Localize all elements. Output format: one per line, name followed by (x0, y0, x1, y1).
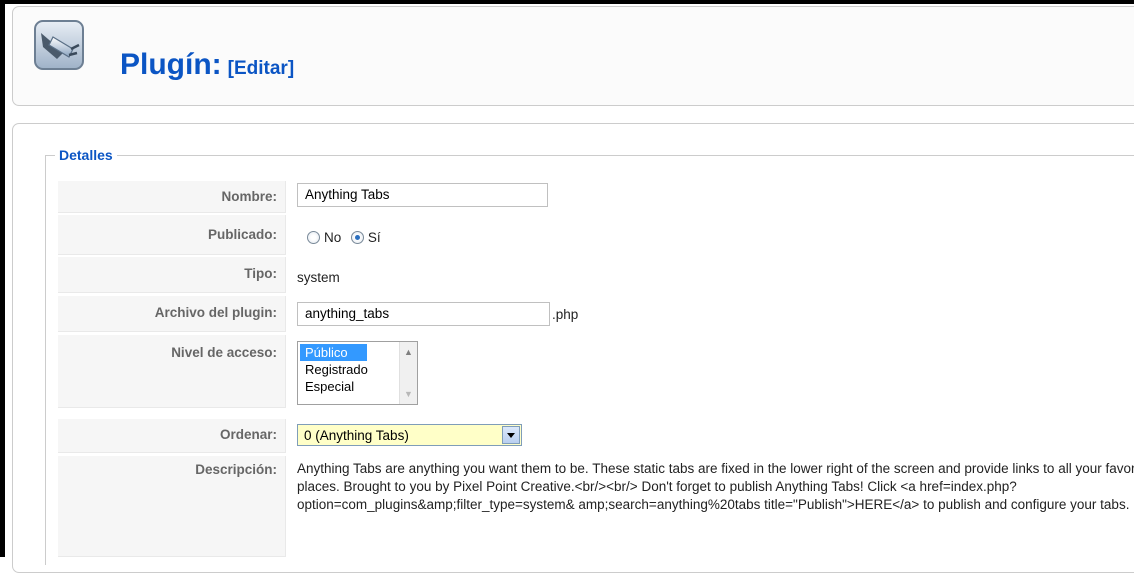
page-subtitle: [Editar] (227, 58, 295, 79)
fieldset-border-left (45, 155, 46, 565)
radio-si-label: Sí (367, 230, 381, 246)
descripcion-text: Anything Tabs are anything you want them… (297, 461, 1134, 512)
row-tipo: Tipo: system (58, 257, 1134, 293)
nivel-listbox[interactable]: Público Registrado Especial ▲ ▼ (297, 341, 418, 405)
page-title: Plugín: (120, 48, 222, 81)
fieldset-border (45, 155, 1134, 156)
page-header: Plugín: [Editar] (12, 6, 1134, 106)
key-cell: Descripción: (58, 456, 286, 557)
radio-si[interactable] (350, 231, 364, 245)
key-cell: Publicado: (58, 215, 286, 255)
row-nivel: Nivel de acceso: Público Registrado Espe… (58, 335, 1134, 408)
row-archivo: Archivo del plugin: anything_tabs .php (58, 296, 1134, 332)
window-frame-top (0, 0, 1134, 4)
radio-no-label: No (324, 230, 342, 246)
publicado-label: Publicado: (207, 227, 277, 242)
key-cell: Nivel de acceso: (58, 335, 286, 408)
publicado-radio-group: No Sí (307, 229, 387, 245)
key-cell: Archivo del plugin: (58, 296, 286, 332)
row-publicado: Publicado: No Sí (58, 215, 1134, 255)
key-cell: Nombre: (58, 181, 286, 213)
tipo-value: system (297, 270, 340, 285)
archivo-label: Archivo del plugin: (154, 305, 277, 320)
listbox-scrollbar[interactable]: ▲ ▼ (399, 342, 417, 404)
plugin-plug-icon (33, 19, 85, 71)
key-cell: Ordenar: (58, 419, 286, 453)
details-legend: Detalles (55, 147, 117, 163)
row-nombre: Nombre: Anything Tabs (58, 181, 1134, 213)
tipo-label: Tipo: (244, 266, 277, 281)
nombre-input[interactable]: Anything Tabs (297, 183, 548, 207)
listbox-option-publico[interactable]: Público (300, 344, 367, 361)
scroll-up-icon[interactable]: ▲ (404, 347, 413, 357)
nivel-label: Nivel de acceso: (171, 345, 277, 360)
row-descripcion: Descripción: Anything Tabs are anything … (58, 456, 1134, 557)
key-cell: Tipo: (58, 257, 286, 293)
scroll-down-icon[interactable]: ▼ (404, 389, 413, 399)
chevron-down-icon[interactable] (502, 426, 520, 444)
ordenar-select[interactable]: 0 (Anything Tabs) (297, 424, 522, 446)
radio-no[interactable] (307, 231, 320, 245)
archivo-input[interactable]: anything_tabs (297, 302, 550, 326)
descripcion-label: Descripción: (195, 462, 277, 477)
window-frame-left (0, 0, 5, 557)
nombre-label: Nombre: (221, 189, 277, 204)
ordenar-label: Ordenar: (219, 427, 277, 442)
row-ordenar: Ordenar: 0 (Anything Tabs) (58, 419, 1134, 453)
archivo-suffix: .php (552, 307, 579, 322)
ordenar-selected-value: 0 (Anything Tabs) (304, 428, 409, 443)
